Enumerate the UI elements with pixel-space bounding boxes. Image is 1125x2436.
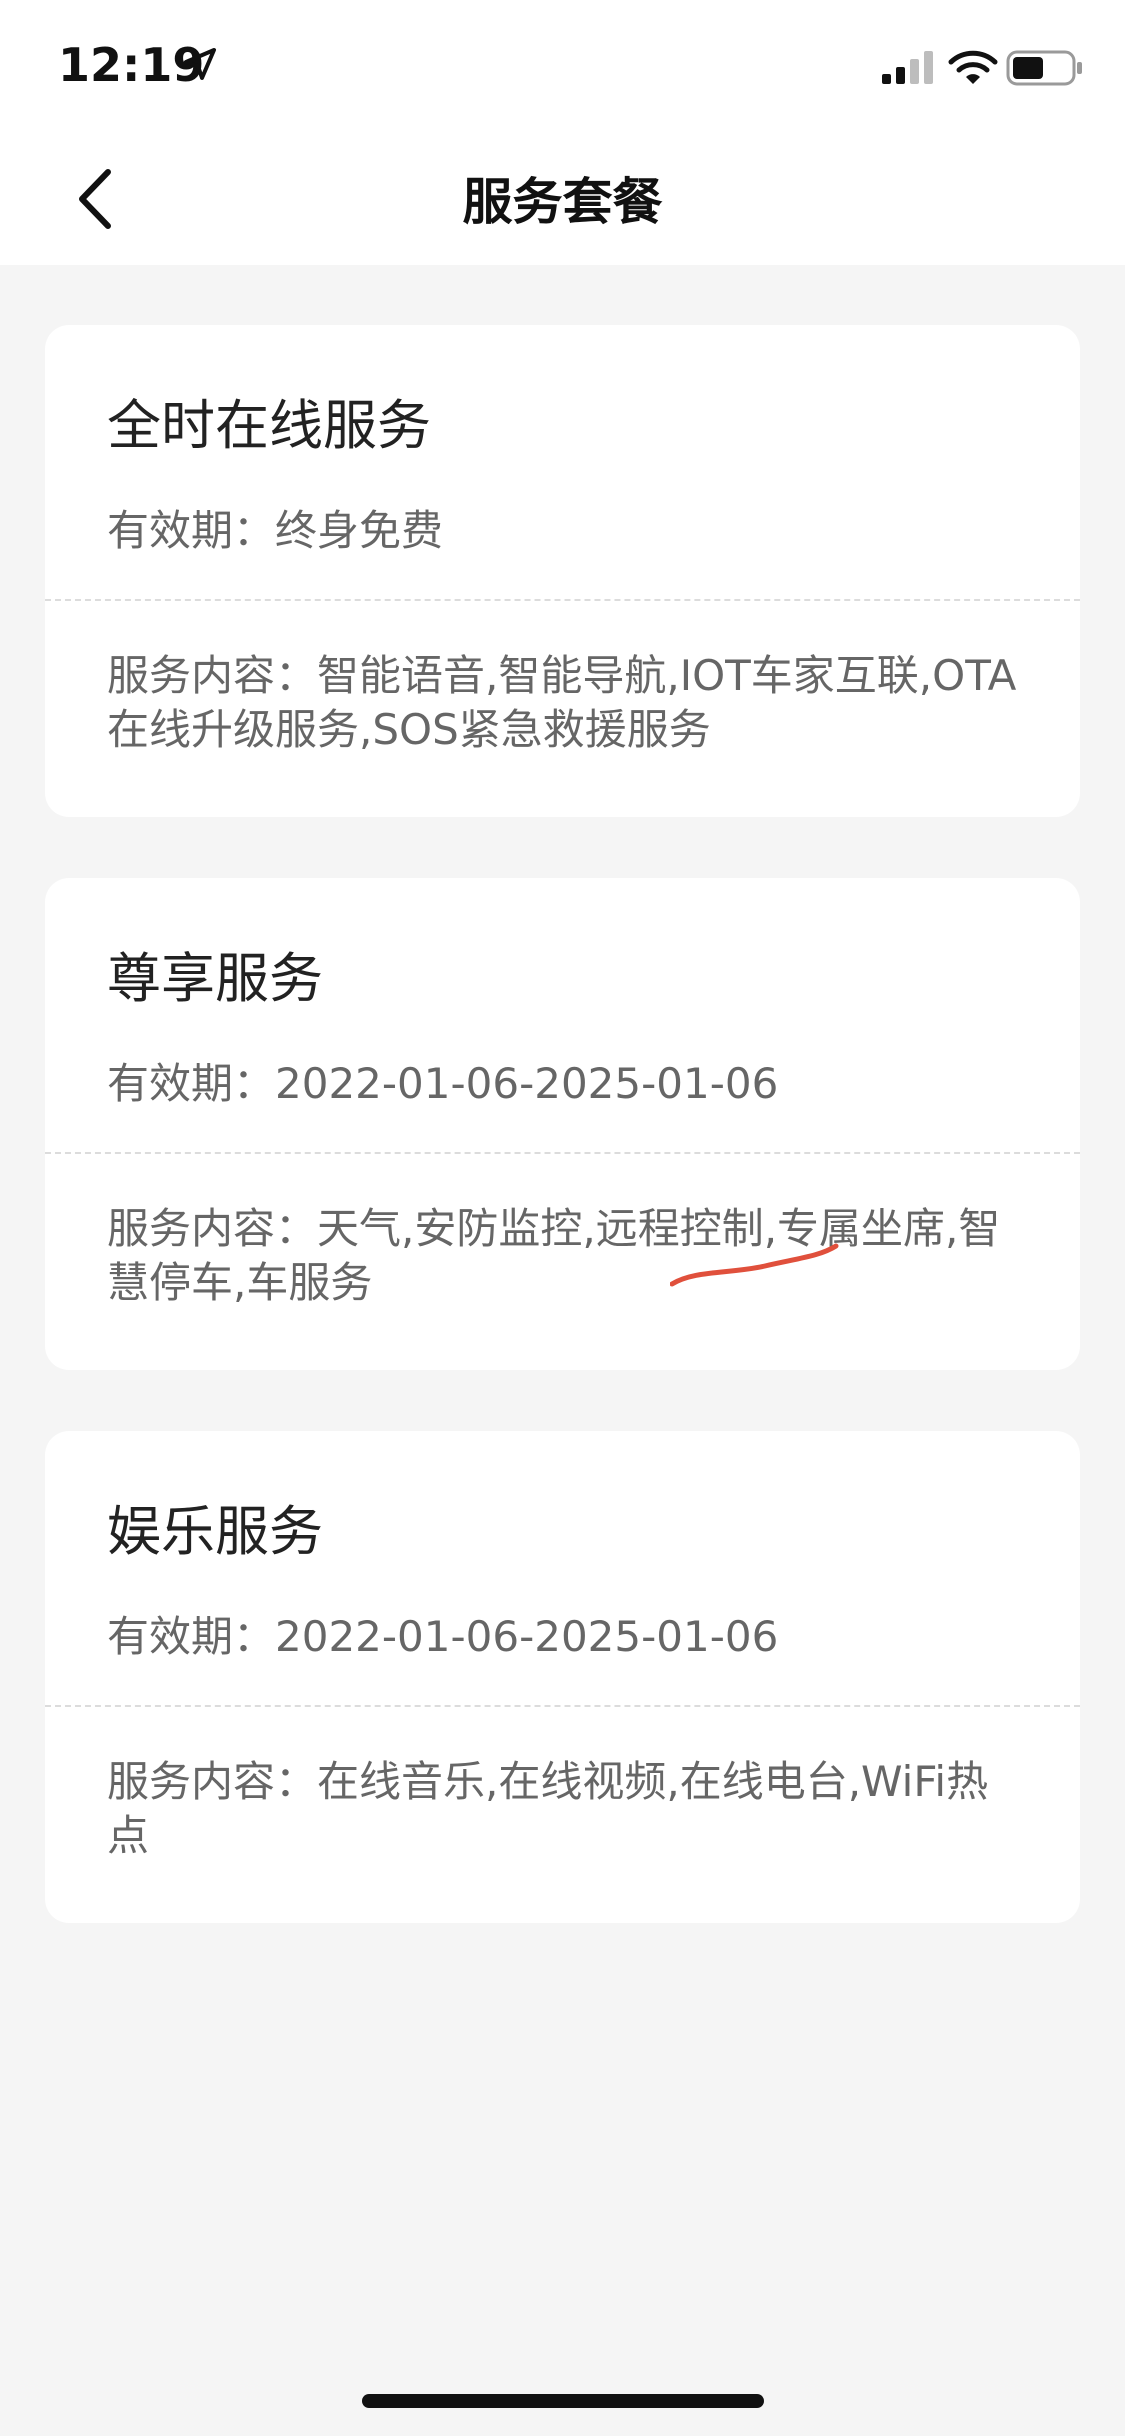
card-header: 全时在线服务 有效期：终身免费	[45, 325, 1080, 601]
page-title: 服务套餐	[462, 173, 663, 231]
card-title: 尊享服务	[107, 947, 323, 1010]
service-card-entertainment[interactable]: 娱乐服务 有效期：2022-01-06-2025-01-06 服务内容：在线音乐…	[45, 1431, 1080, 1923]
card-validity: 有效期：终身免费	[107, 506, 444, 555]
card-content: 服务内容：在线音乐,在线视频,在线电台,WiFi热点	[107, 1757, 989, 1860]
card-header: 娱乐服务 有效期：2022-01-06-2025-01-06	[45, 1431, 1080, 1707]
status-bar: 12:19	[0, 0, 1125, 132]
home-indicator	[362, 2394, 764, 2408]
location-arrow-icon	[184, 48, 216, 80]
card-title: 娱乐服务	[107, 1500, 323, 1563]
card-content: 服务内容：智能语音,智能导航,IOT车家互联,OTA在线升级服务,SOS紧急救援…	[107, 651, 1017, 754]
header: 12:19 服务套餐	[0, 0, 1125, 265]
card-title: 全时在线服务	[107, 394, 431, 457]
nav-bar: 服务套餐	[0, 132, 1125, 265]
service-card-premium[interactable]: 尊享服务 有效期：2022-01-06-2025-01-06 服务内容：天气,安…	[45, 878, 1080, 1370]
card-validity: 有效期：2022-01-06-2025-01-06	[107, 1612, 779, 1661]
annotation-underline	[670, 1243, 839, 1287]
card-content: 服务内容：天气,安防监控,远程控制,专属坐席,智慧停车,车服务	[107, 1204, 1001, 1307]
wifi-icon	[948, 50, 998, 84]
service-card-fulltime[interactable]: 全时在线服务 有效期：终身免费 服务内容：智能语音,智能导航,IOT车家互联,O…	[45, 325, 1080, 817]
card-validity: 有效期：2022-01-06-2025-01-06	[107, 1059, 779, 1108]
battery-icon	[1006, 50, 1082, 86]
card-header: 尊享服务 有效期：2022-01-06-2025-01-06	[45, 878, 1080, 1154]
signal-icon	[882, 51, 933, 84]
